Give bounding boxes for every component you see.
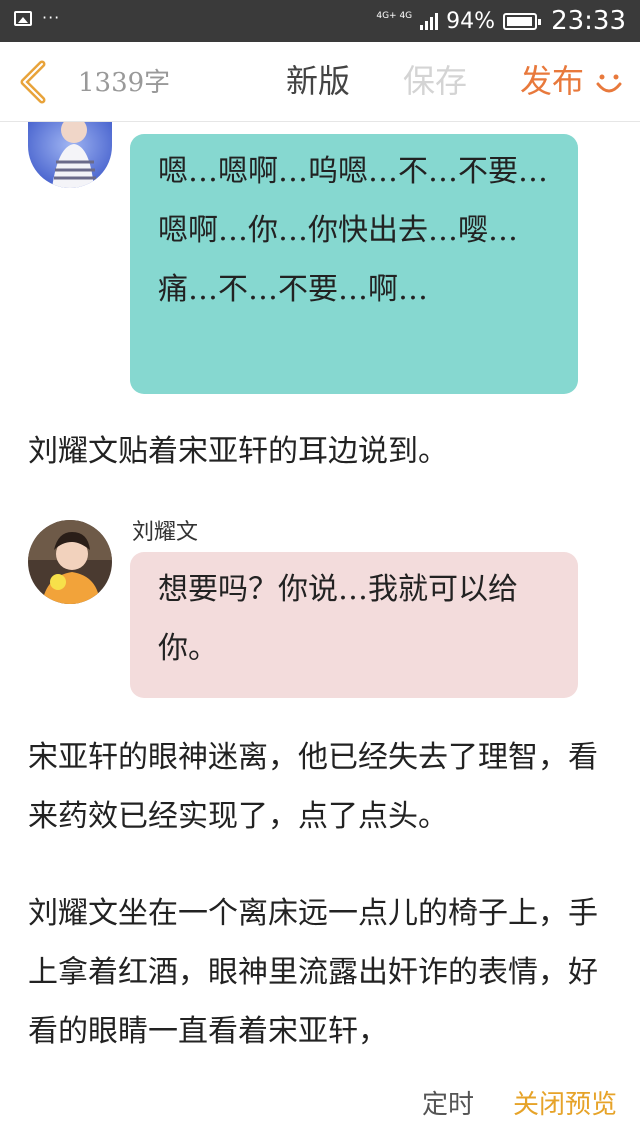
editor-toolbar: 1339字 新版 保存 发布 [0, 42, 640, 122]
image-notification-icon [14, 10, 32, 26]
chat-bubble: 嗯…嗯啊…呜嗯…不…不要…嗯啊…你…你快出去…嘤…痛…不…不要…啊… [130, 134, 578, 394]
network-type: 4G+ 4G [376, 11, 413, 21]
paragraph: 刘耀文坐在一个离床远一点儿的椅子上，手上拿着红酒，眼神里流露出奸诈的表情，好看的… [28, 896, 598, 1049]
new-version-button[interactable]: 新版 [286, 56, 350, 102]
clock: 23:33 [551, 6, 626, 36]
bottom-bar: 定时 关闭预览 [0, 1068, 640, 1138]
status-right: 4G+ 4G 94% 23:33 [376, 4, 626, 38]
battery-icon [503, 12, 542, 30]
chat-bubble: 想要吗？你说…我就可以给你。 [130, 552, 578, 698]
paragraph: 刘耀文贴着宋亚轩的耳边说到。 [28, 434, 448, 469]
battery-percent: 94% [446, 8, 496, 34]
chat-bubble-text: 嗯…嗯啊…呜嗯…不…不要…嗯啊…你…你快出去…嘤…痛…不…不要…啊… [158, 154, 548, 307]
status-bar: ··· 4G+ 4G 94% 23:33 [0, 0, 640, 42]
speaker-name: 刘耀文 [132, 520, 199, 545]
back-button[interactable] [14, 58, 54, 106]
save-button[interactable]: 保存 [403, 56, 467, 102]
publish-button[interactable]: 发布 [520, 56, 584, 102]
smile-icon[interactable] [594, 68, 624, 98]
chevron-left-icon [20, 60, 46, 104]
more-notifications-icon: ··· [42, 8, 61, 27]
avatar[interactable] [28, 520, 112, 604]
timer-button[interactable]: 定时 [422, 1084, 474, 1121]
signal-icon [420, 12, 439, 30]
word-count: 1339字 [78, 68, 171, 98]
preview-content[interactable]: 嗯…嗯啊…呜嗯…不…不要…嗯啊…你…你快出去…嘤…痛…不…不要…啊… 刘耀文贴着… [0, 122, 640, 1068]
close-preview-button[interactable]: 关闭预览 [513, 1084, 617, 1121]
chat-bubble-text: 想要吗？你说…我就可以给你。 [158, 572, 518, 666]
status-left: ··· [14, 10, 60, 26]
paragraph: 宋亚轩的眼神迷离，他已经失去了理智，看来药效已经实现了，点了点头。 [28, 740, 598, 834]
avatar[interactable] [28, 122, 112, 188]
